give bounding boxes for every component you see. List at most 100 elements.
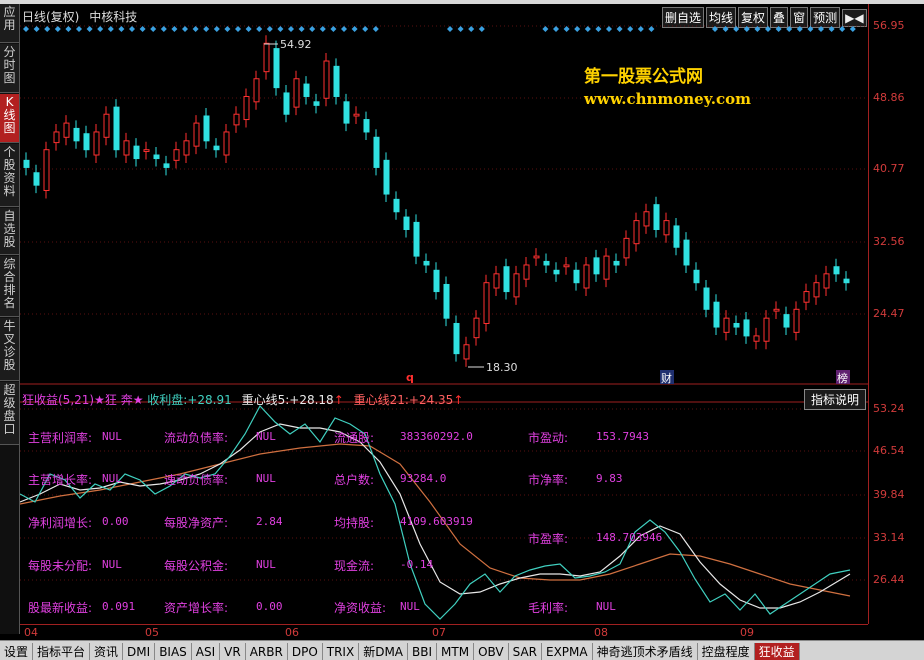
bottom-tab-13[interactable]: OBV (474, 643, 509, 660)
candle-up (293, 78, 300, 108)
left-nav-item-1[interactable]: 分时图 (0, 44, 19, 93)
candle-down (23, 159, 30, 168)
left-nav-item-0[interactable]: 应用 (0, 4, 19, 43)
price-tick-label: 56.95 (873, 19, 905, 32)
candle-down (673, 225, 680, 248)
bottom-tab-16[interactable]: 神奇逃顶术矛盾线 (593, 643, 698, 660)
candle-up (253, 78, 260, 103)
event-marker-q: q (406, 371, 414, 384)
candle-down (333, 65, 340, 97)
candle-up (223, 131, 230, 156)
candle-up (53, 131, 60, 144)
bottom-tab-18[interactable]: 狂收益 (754, 643, 800, 660)
candle-up (483, 282, 490, 324)
indicator-label-2: 重心线5: (241, 393, 290, 407)
signal-diamond-icon (372, 26, 379, 32)
left-nav-item-2[interactable]: K线图 (0, 94, 19, 143)
bottom-tab-5[interactable]: ASI (192, 643, 221, 660)
candle-down (683, 239, 690, 266)
bottom-tab-8[interactable]: DPO (288, 643, 323, 660)
left-nav-item-5[interactable]: 综合排名 (0, 256, 19, 317)
candle-up (493, 273, 500, 289)
candle-down (503, 266, 510, 293)
fundamental-label: 每股公积金: (164, 559, 229, 573)
fundamental-value: 383360292.0 (400, 430, 473, 443)
bottom-tab-14[interactable]: SAR (509, 643, 542, 660)
bottom-tab-4[interactable]: BIAS (155, 643, 192, 660)
signal-diamond-icon (309, 26, 316, 32)
indicator-tick-label: 26.44 (873, 573, 905, 586)
left-nav-item-3[interactable]: 个股资料 (0, 144, 19, 207)
candle-up (93, 131, 100, 156)
left-nav-item-6[interactable]: 牛叉诊股 (0, 318, 19, 381)
signal-diamond-icon (351, 26, 358, 32)
fundamental-label: 流通股: (334, 431, 375, 445)
candle-up (663, 220, 670, 236)
signal-diamond-icon (86, 26, 93, 32)
signal-diamond-icon (288, 26, 294, 32)
candle-up (323, 60, 330, 99)
fundamental-value: NUL (400, 600, 420, 613)
bottom-tab-17[interactable]: 控盘程度 (698, 643, 755, 660)
candle-down (33, 172, 40, 186)
signal-diamond-icon (245, 26, 252, 32)
candle-up (233, 113, 240, 126)
signal-diamond-icon (553, 26, 559, 32)
indicator-help-button[interactable]: 指标说明 (804, 389, 867, 410)
fundamental-value: 153.7943 (596, 430, 649, 443)
bottom-tab-6[interactable]: VR (220, 643, 246, 660)
bottom-tab-1[interactable]: 指标平台 (33, 643, 91, 660)
bottom-tab-9[interactable]: TRIX (323, 643, 360, 660)
fundamental-label: 毛利率: (528, 601, 569, 615)
candle-down (313, 101, 320, 106)
high-price-label: 54.92 (280, 38, 312, 51)
left-nav-item-7[interactable]: 超级盘口 (0, 382, 19, 445)
right-axis: 56.95 48.86 40.77 32.56 24.47 53.24 46.54 39.84… (868, 4, 924, 624)
candle-up (773, 308, 780, 312)
indicator-tick-label: 46.54 (873, 444, 905, 457)
signal-diamond-icon (765, 26, 771, 32)
candle-down (363, 119, 370, 133)
candle-down (693, 269, 700, 284)
fundamental-label: 市盈动: (528, 431, 569, 445)
fundamental-value: NUL (256, 430, 276, 443)
signal-diamond-icon (341, 26, 347, 32)
fundamental-label: 现金流: (334, 559, 375, 573)
indicator-name: 狂收益(5,21) (22, 393, 95, 407)
candle-down (453, 322, 460, 355)
signal-diamond-icon (648, 26, 655, 32)
bottom-tab-11[interactable]: BBI (408, 643, 438, 660)
indicator-star-1: ★狂 (94, 393, 117, 407)
signal-diamond-icon (33, 26, 40, 32)
time-tick-label: 04 (24, 626, 38, 639)
low-price-label: 18.30 (486, 361, 518, 374)
bottom-tab-2[interactable]: 资讯 (90, 643, 124, 660)
fundamental-value: NUL (596, 600, 616, 613)
time-tick-label: 08 (594, 626, 608, 639)
bottom-tab-12[interactable]: MTM (437, 643, 475, 660)
signal-diamond-icon (468, 26, 475, 32)
fundamental-value: 0.00 (256, 600, 283, 613)
candle-up (763, 317, 770, 342)
indicator-value-1: +28.91 (187, 393, 232, 407)
time-axis: 04 05 06 07 08 09 (20, 624, 868, 641)
bottom-tab-10[interactable]: 新DMA (359, 643, 409, 660)
bottom-tab-0[interactable]: 设置 (0, 643, 34, 660)
candle-up (533, 255, 540, 259)
signal-diamond-icon (637, 26, 644, 32)
bottom-tab-3[interactable]: DMI (123, 643, 156, 660)
bottom-tab-7[interactable]: ARBR (246, 643, 288, 660)
indicator-label-3: 重心线21: (353, 393, 409, 407)
price-tick-label: 24.47 (873, 307, 905, 320)
bottom-tab-15[interactable]: EXPMA (542, 643, 593, 660)
signal-diamond-icon (224, 26, 231, 32)
signal-diamond-icon (595, 26, 602, 32)
signal-diamond-icon (574, 26, 581, 32)
candle-down (73, 127, 80, 142)
candle-down (593, 257, 600, 275)
candle-up (623, 237, 630, 259)
signal-diamond-icon (786, 26, 793, 32)
watermark-url[interactable]: www.chnmoney.com (584, 90, 751, 108)
left-nav-item-4[interactable]: 自选股 (0, 208, 19, 255)
signal-diamond-icon (606, 26, 612, 32)
